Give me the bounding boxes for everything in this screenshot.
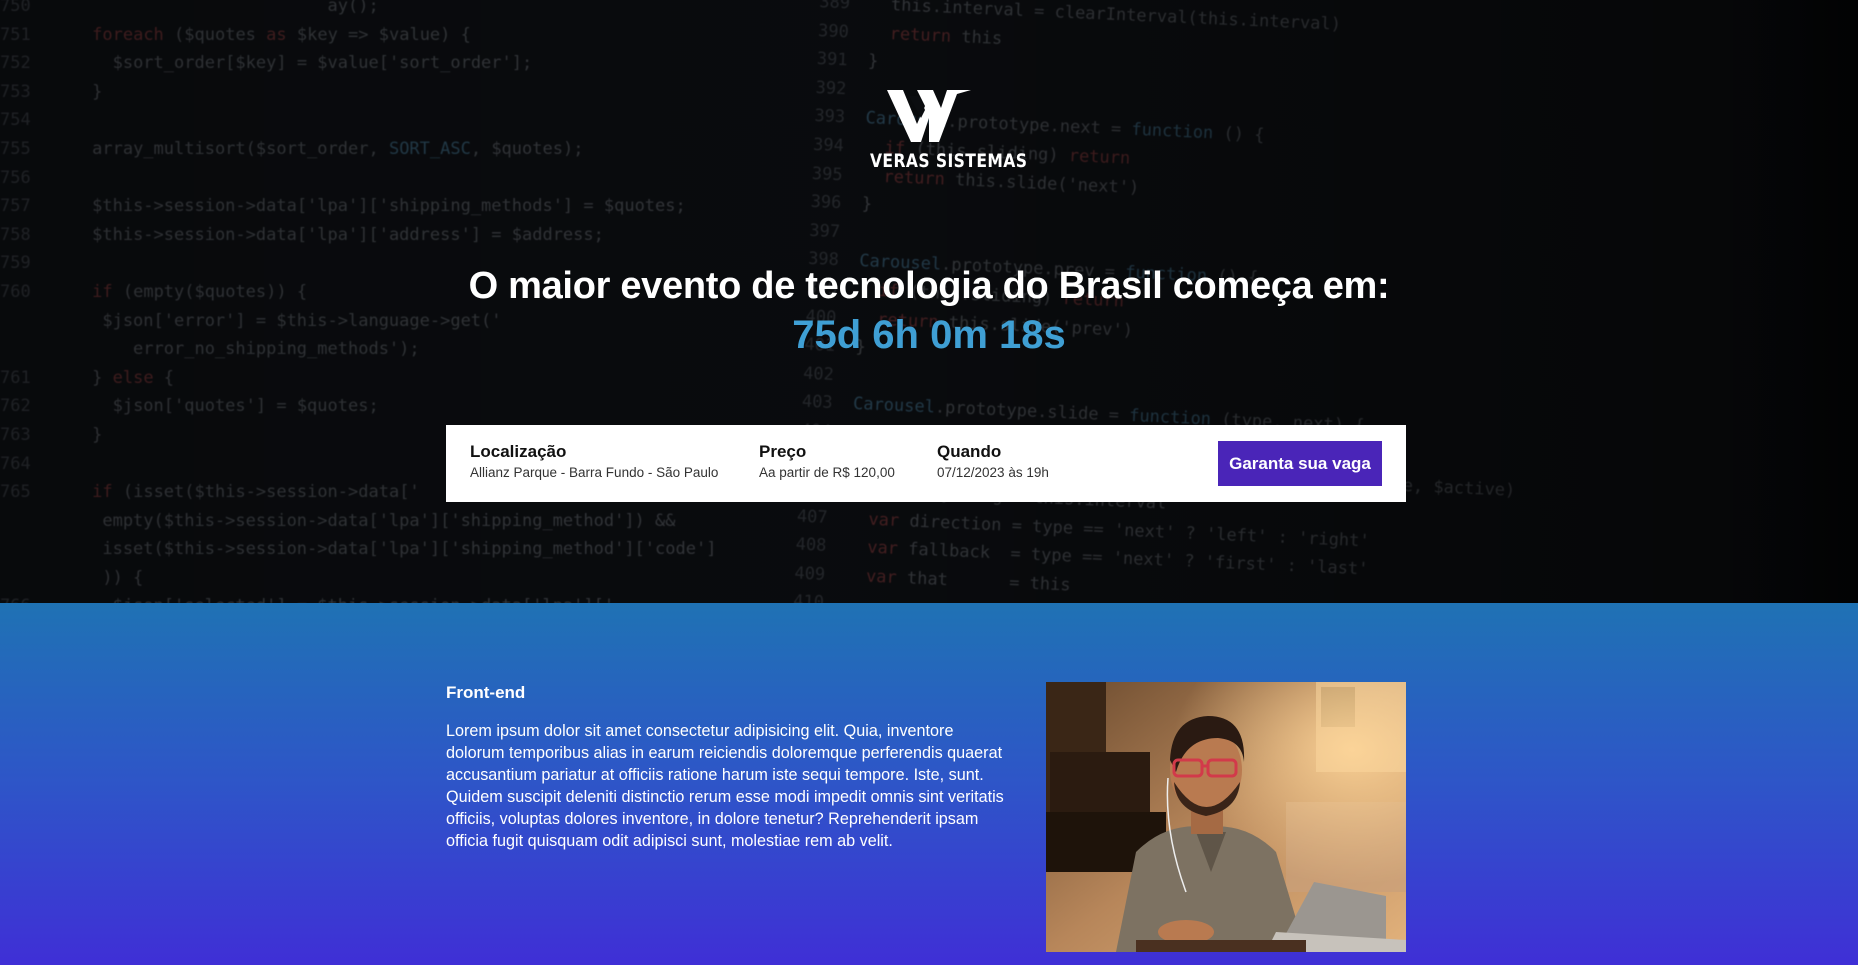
- price-value: Aa partir de R$ 120,00: [759, 465, 895, 480]
- brand-logo[interactable]: VERAS SISTEMAS: [857, 88, 1028, 172]
- event-date: Quando 07/12/2023 às 19h: [937, 442, 1049, 480]
- developer-photo: [1046, 682, 1406, 952]
- event-price: Preço Aa partir de R$ 120,00: [759, 442, 895, 480]
- section-body: Lorem ipsum dolor sit amet consectetur a…: [446, 722, 1004, 850]
- reserve-spot-button[interactable]: Garanta sua vaga: [1218, 441, 1382, 486]
- developer-illustration: [1046, 682, 1406, 952]
- location-label: Localização: [470, 442, 567, 461]
- hero-headline: O maior evento de tecnologia do Brasil c…: [468, 265, 1390, 307]
- location-value: Allianz Parque - Barra Fundo - São Paulo: [470, 465, 719, 480]
- countdown-timer: 75d 6h 0m 18s: [792, 313, 1066, 357]
- price-label: Preço: [759, 442, 807, 461]
- w-logo-icon: [887, 90, 971, 142]
- frontend-section: Front-end Lorem ipsum dolor sit amet con…: [0, 603, 1858, 965]
- date-label: Quando: [937, 442, 1002, 461]
- date-value: 07/12/2023 às 19h: [937, 465, 1049, 480]
- event-location: Localização Allianz Parque - Barra Fundo…: [470, 442, 718, 480]
- hero: 750 ay(); 751 foreach ($quotes as $key =…: [0, 0, 1858, 603]
- event-info-bar: Localização Allianz Parque - Barra Fundo…: [446, 425, 1406, 502]
- brand-name: VERAS SISTEMAS: [869, 150, 1028, 172]
- section-title: Front-end: [446, 683, 526, 702]
